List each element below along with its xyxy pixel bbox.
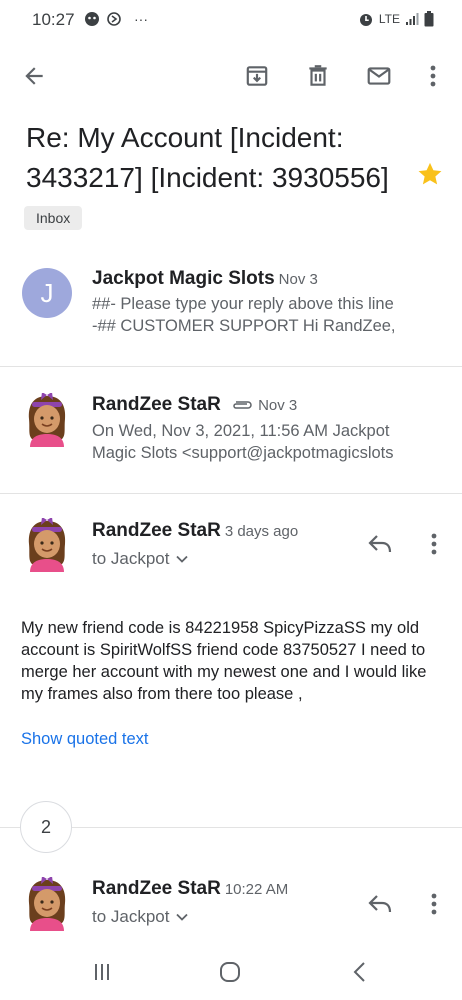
email-toolbar [0, 48, 462, 104]
avatar [28, 877, 66, 931]
avatar-letter: J [40, 277, 54, 308]
message-more-button[interactable] [418, 888, 450, 920]
signal-icon [406, 13, 419, 25]
message-header[interactable]: RandZee StaR Nov 3 [92, 394, 297, 416]
status-more: ··· [134, 11, 148, 27]
collapsed-messages-count[interactable]: 2 [20, 801, 72, 853]
more-vert-icon [431, 893, 437, 915]
snippet-line: -## CUSTOMER SUPPORT Hi RandZee, [92, 317, 396, 335]
more-vert-icon [430, 65, 436, 87]
battery-icon [424, 11, 434, 27]
snippet-line: Magic Slots <support@jackpotmagicslots [92, 444, 394, 462]
chevron-down-icon [175, 555, 188, 563]
reply-icon [368, 895, 392, 913]
show-quoted-text-link[interactable]: Show quoted text [21, 730, 149, 749]
message-header[interactable]: Jackpot Magic Slots Nov 3 [92, 268, 318, 290]
attachment-icon [233, 401, 252, 409]
message-date: Nov 3 [258, 397, 298, 414]
status-right-icons: LTE [358, 11, 434, 27]
reply-button[interactable] [364, 888, 396, 920]
delete-icon [309, 65, 327, 86]
back-button[interactable] [16, 58, 52, 94]
message-date: Nov 3 [278, 271, 318, 288]
status-notification-icons: ··· [84, 11, 148, 27]
message-header[interactable]: RandZee StaR 10:22 AM [92, 878, 288, 900]
home-button[interactable] [214, 958, 246, 986]
recent-apps-button[interactable] [86, 958, 118, 986]
archive-icon [246, 66, 268, 86]
message-snippet[interactable]: On Wed, Nov 3, 2021, 11:56 AM Jackpot Ma… [92, 420, 444, 464]
recipient-line: to Jackpot [92, 907, 170, 926]
alarm-icon [359, 14, 372, 26]
sender-name: Jackpot Magic Slots [92, 268, 275, 289]
reply-icon [368, 535, 392, 553]
notification-icon [85, 12, 99, 26]
status-bar: 10:27 ··· LTE [0, 0, 462, 40]
mark-unread-button[interactable] [361, 58, 397, 94]
recent-apps-icon [95, 964, 109, 980]
back-icon [353, 962, 365, 982]
message-date: 3 days ago [224, 523, 299, 540]
chevron-down-icon [175, 913, 188, 921]
message-snippet[interactable]: ##- Please type your reply above this li… [92, 293, 444, 337]
more-options-button[interactable] [415, 58, 451, 94]
recipient-details-toggle[interactable]: to Jackpot [92, 549, 188, 569]
back-arrow-icon [25, 67, 43, 85]
star-icon [418, 162, 442, 185]
reply-button[interactable] [364, 528, 396, 560]
recipient-line: to Jackpot [92, 549, 170, 568]
snippet-line: ##- Please type your reply above this li… [92, 295, 394, 313]
sender-name: RandZee StaR [92, 394, 221, 415]
email-subject: Re: My Account [Incident: 3433217] [Inci… [26, 122, 389, 193]
home-icon [220, 962, 240, 982]
sender-name: RandZee StaR [92, 878, 221, 899]
avatar [28, 518, 66, 572]
system-nav-bar [0, 946, 462, 1000]
status-time: 10:27 [32, 10, 75, 29]
label-chip-inbox[interactable]: Inbox [24, 206, 83, 230]
system-back-button[interactable] [344, 958, 376, 986]
mark-unread-icon [367, 67, 391, 85]
more-vert-icon [431, 533, 437, 555]
archive-button[interactable] [239, 58, 275, 94]
message-divider [0, 493, 462, 494]
message-header[interactable]: RandZee StaR 3 days ago [92, 520, 298, 542]
avatar: J [22, 268, 72, 318]
message-body: My new friend code is 84221958 SpicyPizz… [21, 619, 427, 703]
network-type: LTE [378, 12, 400, 26]
sync-icon [107, 12, 121, 26]
message-divider [0, 366, 462, 367]
snippet-line: On Wed, Nov 3, 2021, 11:56 AM Jackpot [92, 422, 390, 440]
message-more-button[interactable] [418, 528, 450, 560]
recipient-details-toggle[interactable]: to Jackpot [92, 907, 188, 927]
star-button[interactable] [416, 160, 444, 188]
sender-name: RandZee StaR [92, 520, 221, 541]
delete-button[interactable] [300, 58, 336, 94]
message-date: 10:22 AM [224, 881, 289, 898]
avatar [28, 393, 66, 447]
